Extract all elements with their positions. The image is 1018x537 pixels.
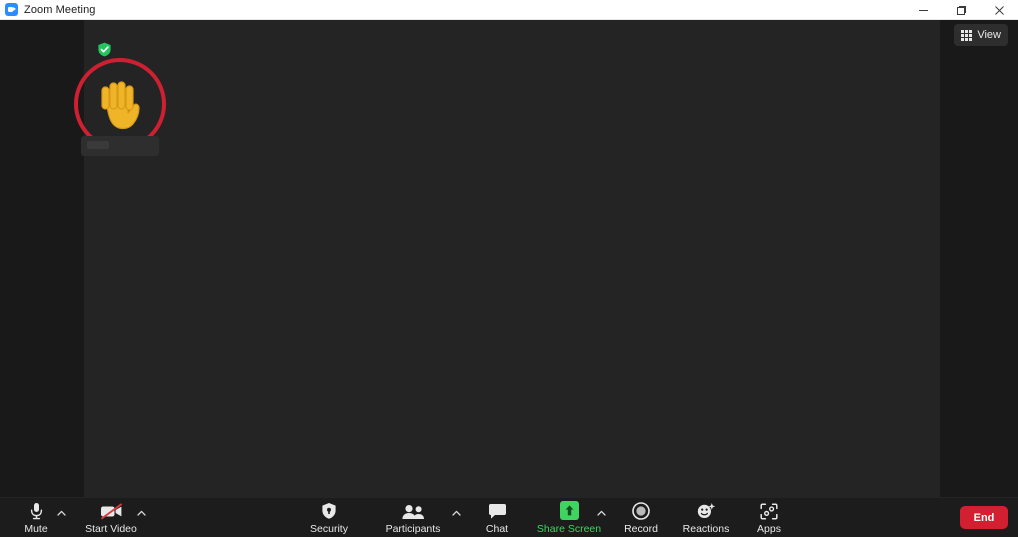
end-meeting-label: End xyxy=(973,511,995,524)
toolbar-button-record[interactable]: Record xyxy=(615,498,667,537)
toolbar-label-start-video: Start Video xyxy=(85,523,137,535)
toolbar-label-apps: Apps xyxy=(757,523,781,535)
grid-icon xyxy=(961,29,973,41)
microphone-icon xyxy=(29,501,44,520)
toolbar-caret-participants[interactable] xyxy=(449,506,463,520)
chevron-up-icon xyxy=(136,510,146,516)
view-button-label: View xyxy=(977,29,1001,41)
toolbar-label-record: Record xyxy=(624,523,658,535)
window-title: Zoom Meeting xyxy=(24,3,96,16)
toolbar-caret-share-screen[interactable] xyxy=(594,506,608,520)
title-bar-left: Zoom Meeting xyxy=(0,3,96,16)
meeting-toolbar: Mute Start Video Security Participants C… xyxy=(0,497,1018,537)
toolbar-caret-start-video[interactable] xyxy=(134,506,148,520)
toolbar-button-chat[interactable]: Chat xyxy=(476,498,518,537)
close-button[interactable] xyxy=(980,0,1018,20)
maximize-button[interactable] xyxy=(942,0,980,20)
participant-name-strip xyxy=(81,136,159,156)
toolbar-label-security: Security xyxy=(310,523,348,535)
toolbar-caret-mute[interactable] xyxy=(54,506,68,520)
chevron-up-icon xyxy=(451,510,461,516)
video-stage: View xyxy=(0,20,1018,497)
chevron-up-icon xyxy=(596,510,606,516)
title-bar: Zoom Meeting xyxy=(0,0,1018,20)
zoom-meeting-window: Zoom Meeting View Mute Start Video Secur… xyxy=(0,0,1018,537)
apps-icon xyxy=(760,501,778,520)
view-button[interactable]: View xyxy=(954,24,1008,46)
reactions-icon xyxy=(696,501,716,520)
toolbar-button-participants[interactable]: Participants xyxy=(380,498,446,537)
minimize-button[interactable] xyxy=(904,0,942,20)
toolbar-label-mute: Mute xyxy=(24,523,48,535)
end-meeting-button[interactable]: End xyxy=(960,506,1008,529)
participant-name-placeholder xyxy=(87,141,109,149)
toolbar-button-reactions[interactable]: Reactions xyxy=(676,498,736,537)
chat-bubble-icon xyxy=(488,501,507,520)
participant-tile-raised-hand[interactable] xyxy=(74,42,166,156)
toolbar-button-security[interactable]: Security xyxy=(302,498,356,537)
toolbar-label-reactions: Reactions xyxy=(682,523,730,535)
share-screen-box xyxy=(559,501,579,520)
zoom-logo-icon xyxy=(5,3,18,16)
toolbar-label-participants: Participants xyxy=(385,523,441,535)
restore-icon xyxy=(956,5,966,15)
share-screen-icon xyxy=(559,501,579,520)
record-icon xyxy=(632,501,650,520)
minimize-icon xyxy=(918,9,928,11)
window-controls xyxy=(904,0,1018,20)
close-icon xyxy=(994,5,1004,15)
toolbar-label-chat: Chat xyxy=(485,523,509,535)
people-icon xyxy=(401,501,426,520)
shield-icon xyxy=(321,501,337,520)
video-off-icon xyxy=(100,501,123,520)
video-panel xyxy=(84,20,940,497)
chevron-up-icon xyxy=(56,510,66,516)
toolbar-label-share-screen: Share Screen xyxy=(536,523,602,535)
green-check-shield-icon xyxy=(97,42,112,57)
toolbar-button-mute[interactable]: Mute xyxy=(14,498,58,537)
toolbar-button-apps[interactable]: Apps xyxy=(748,498,790,537)
